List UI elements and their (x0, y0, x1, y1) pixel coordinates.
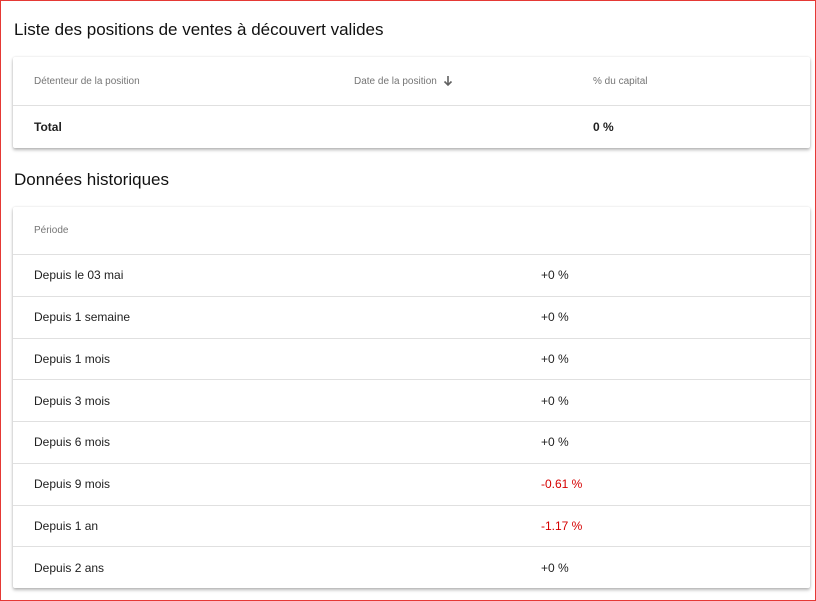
table-row: Depuis 3 mois +0 % (13, 380, 810, 422)
change-value-cell: -0.61 % (541, 477, 583, 492)
period-cell: Depuis 6 mois (34, 435, 111, 450)
table-row: Depuis 9 mois -0.61 % (13, 464, 810, 506)
period-cell: Depuis 2 ans (34, 561, 105, 576)
column-header-date[interactable]: Date de la position (354, 57, 453, 105)
change-value-cell: +0 % (541, 310, 569, 325)
change-value-cell: +0 % (541, 561, 569, 576)
period-cell: Depuis 1 semaine (34, 310, 131, 325)
change-value-cell: +0 % (541, 268, 569, 283)
period-cell: Depuis le 03 mai (34, 268, 124, 283)
change-value-cell: +0 % (541, 351, 569, 366)
table-row: Depuis le 03 mai +0 % (13, 255, 810, 297)
change-value-cell: -1.17 % (541, 518, 583, 533)
total-value: 0 % (593, 120, 614, 134)
period-cell: Depuis 3 mois (34, 393, 111, 408)
change-value-cell: +0 % (541, 435, 569, 450)
change-value-cell: +0 % (541, 393, 569, 408)
historical-data-table: Période Depuis le 03 mai +0 % Depuis 1 sem… (13, 207, 810, 588)
table-header-row: Période (13, 207, 810, 255)
total-label: Total (34, 120, 62, 134)
table-row: Depuis 2 ans +0 % (13, 547, 810, 589)
column-header-period[interactable]: Période (34, 207, 68, 254)
column-header-capital[interactable]: % du capital (593, 57, 647, 105)
period-cell: Depuis 9 mois (34, 477, 111, 492)
column-header-date-label: Date de la position (354, 75, 437, 87)
column-header-holder[interactable]: Détenteur de la position (34, 57, 140, 105)
historical-data-title: Données historiques (14, 170, 169, 189)
period-cell: Depuis 1 mois (34, 351, 111, 366)
arrow-down-icon[interactable] (443, 75, 453, 87)
short-positions-title: Liste des positions de ventes à découver… (14, 20, 384, 39)
table-row: Depuis 1 semaine +0 % (13, 297, 810, 339)
table-row: Depuis 6 mois +0 % (13, 422, 810, 464)
period-cell: Depuis 1 an (34, 518, 99, 533)
table-header-row: Détenteur de la position Date de la posi… (13, 57, 810, 106)
table-row: Depuis 1 an -1.17 % (13, 506, 810, 548)
total-row: Total 0 % (13, 106, 810, 148)
table-row: Depuis 1 mois +0 % (13, 339, 810, 381)
short-positions-table: Détenteur de la position Date de la posi… (13, 57, 810, 148)
